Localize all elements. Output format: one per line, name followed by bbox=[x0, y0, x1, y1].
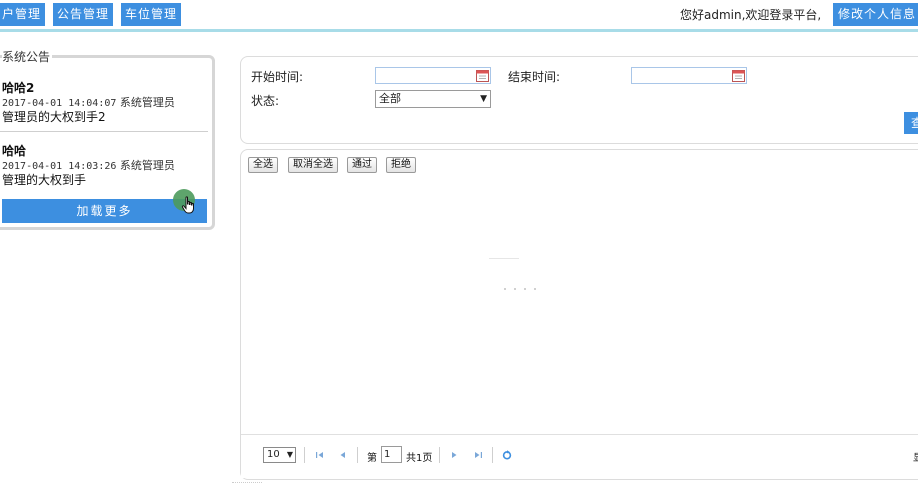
notice-divider bbox=[0, 131, 208, 132]
page-prefix-text: 第 bbox=[367, 453, 377, 464]
grid-panel bbox=[240, 149, 918, 480]
notice-meta: 2017-04-01 14:04:07 系统管理员 bbox=[2, 96, 212, 110]
notice-title: 哈哈 bbox=[2, 144, 27, 158]
calendar-icon[interactable] bbox=[732, 69, 745, 82]
notice-time: 2017-04-01 14:03:26 bbox=[2, 161, 117, 172]
loading-indicator-line bbox=[489, 258, 519, 259]
next-page-icon[interactable] bbox=[448, 449, 460, 461]
search-panel bbox=[240, 56, 918, 144]
nav-user-management-button[interactable]: 户管理 bbox=[0, 3, 46, 26]
pager-separator bbox=[304, 447, 305, 463]
deselect-all-button[interactable]: 取消全选 bbox=[288, 157, 338, 173]
notice-title: 哈哈2 bbox=[2, 81, 35, 95]
notice-meta: 2017-04-01 14:03:26 系统管理员 bbox=[2, 159, 212, 173]
calendar-icon[interactable] bbox=[476, 69, 489, 82]
prev-page-icon[interactable] bbox=[337, 449, 349, 461]
select-all-button[interactable]: 全选 bbox=[248, 157, 278, 173]
status-label: 状态: bbox=[251, 94, 280, 108]
page-size-select[interactable]: 10 ▼ bbox=[263, 447, 296, 463]
pager-separator bbox=[439, 447, 440, 463]
total-pages-text: 共1页 bbox=[406, 453, 433, 464]
pager-separator bbox=[357, 447, 358, 463]
page-size-value: 10 bbox=[267, 449, 280, 460]
pager-summary-text: 显 bbox=[913, 449, 918, 464]
approve-button[interactable]: 通过 bbox=[347, 157, 377, 173]
status-selected-value: 全部 bbox=[379, 92, 401, 105]
refresh-icon[interactable] bbox=[501, 449, 513, 461]
notice-body: 管理的大权到手 bbox=[2, 173, 87, 187]
end-time-label: 结束时间: bbox=[508, 70, 561, 84]
last-page-icon[interactable] bbox=[472, 449, 484, 461]
edit-profile-button[interactable]: 修改个人信息 bbox=[833, 3, 918, 26]
decorative-dots bbox=[232, 482, 262, 483]
start-time-input[interactable] bbox=[375, 67, 491, 84]
welcome-text: 您好admin,欢迎登录平台, bbox=[680, 8, 822, 22]
reject-button[interactable]: 拒绝 bbox=[386, 157, 416, 173]
pager-separator bbox=[492, 447, 493, 463]
notice-author: 系统管理员 bbox=[119, 159, 175, 172]
first-page-icon[interactable] bbox=[314, 449, 326, 461]
notice-item[interactable]: 哈哈2 2017-04-01 14:04:07 系统管理员 管理员的大权到手2 bbox=[2, 81, 212, 124]
current-page-input[interactable]: 1 bbox=[381, 446, 402, 463]
notice-author: 系统管理员 bbox=[119, 96, 175, 109]
end-time-input[interactable] bbox=[631, 67, 747, 84]
dropdown-arrow-icon: ▼ bbox=[480, 94, 487, 104]
notice-time: 2017-04-01 14:04:07 bbox=[2, 98, 117, 109]
start-time-label: 开始时间: bbox=[251, 70, 304, 84]
nav-notice-management-button[interactable]: 公告管理 bbox=[53, 3, 114, 26]
notice-panel-legend: 系统公告 bbox=[2, 48, 53, 65]
notice-body: 管理员的大权到手2 bbox=[2, 110, 106, 124]
nav-parking-management-button[interactable]: 车位管理 bbox=[121, 3, 182, 26]
top-nav-bar: 户管理 公告管理 车位管理 您好admin,欢迎登录平台, 修改个人信息 bbox=[0, 0, 918, 32]
query-button[interactable]: 查 bbox=[904, 112, 918, 134]
loading-indicator-dots bbox=[504, 279, 548, 290]
notice-item[interactable]: 哈哈 2017-04-01 14:03:26 系统管理员 管理的大权到手 bbox=[2, 144, 212, 187]
dropdown-arrow-icon: ▼ bbox=[286, 450, 293, 459]
page-root: 户管理 公告管理 车位管理 您好admin,欢迎登录平台, 修改个人信息 系统公… bbox=[0, 0, 918, 486]
status-select[interactable]: 全部 ▼ bbox=[375, 90, 491, 108]
hand-cursor-icon bbox=[181, 196, 194, 214]
